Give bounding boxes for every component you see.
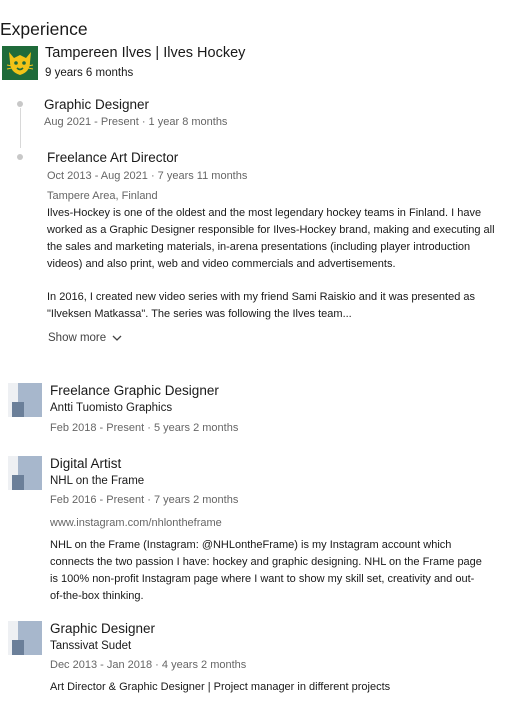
position-link[interactable]: www.instagram.com/nhlontheframe: [50, 517, 222, 529]
company-logo-ilves[interactable]: [2, 46, 38, 80]
section-title: Experience: [0, 19, 88, 39]
role-description-continued: In 2016, I created new video series with…: [47, 291, 475, 320]
position-company: Antti Tuomisto Graphics: [50, 402, 173, 414]
company-logo-placeholder[interactable]: [8, 621, 42, 655]
show-more-button[interactable]: Show more: [48, 332, 122, 344]
position-dates: Dec 2013 - Jan 2018 · 4 years 2 months: [50, 659, 247, 671]
timeline-connector: [20, 108, 21, 148]
timeline-dot: [17, 154, 23, 160]
role-title[interactable]: Freelance Art Director: [47, 150, 178, 165]
company-logo-placeholder[interactable]: [8, 456, 42, 490]
role-dates: Aug 2021 - Present · 1 year 8 months: [44, 116, 228, 128]
company-logo-placeholder[interactable]: [8, 383, 42, 417]
position-description: NHL on the Frame (Instagram: @NHLontheFr…: [50, 539, 482, 602]
position-description: Art Director & Graphic Designer | Projec…: [50, 681, 391, 693]
position-dates: Feb 2016 - Present · 7 years 2 months: [50, 494, 239, 506]
role-title[interactable]: Graphic Designer: [44, 97, 149, 112]
timeline-dot: [17, 101, 23, 107]
role-description: Ilves-Hockey is one of the oldest and th…: [47, 207, 495, 270]
role-location: Tampere Area, Finland: [47, 190, 158, 202]
position-title[interactable]: Freelance Graphic Designer: [50, 383, 219, 398]
lynx-logo-icon: [6, 52, 34, 75]
position-title[interactable]: Graphic Designer: [50, 621, 155, 636]
position-company: NHL on the Frame: [50, 475, 145, 487]
company-duration: 9 years 6 months: [45, 67, 134, 79]
company-name[interactable]: Tampereen Ilves | Ilves Hockey: [45, 45, 245, 61]
position-dates: Feb 2018 - Present · 5 years 2 months: [50, 422, 239, 434]
position-title[interactable]: Digital Artist: [50, 456, 121, 471]
show-more-label: Show more: [48, 332, 107, 344]
chevron-down-icon: [112, 335, 122, 341]
position-company: Tanssivat Sudet: [50, 640, 132, 652]
role-dates: Oct 2013 - Aug 2021 · 7 years 11 months: [47, 170, 248, 182]
